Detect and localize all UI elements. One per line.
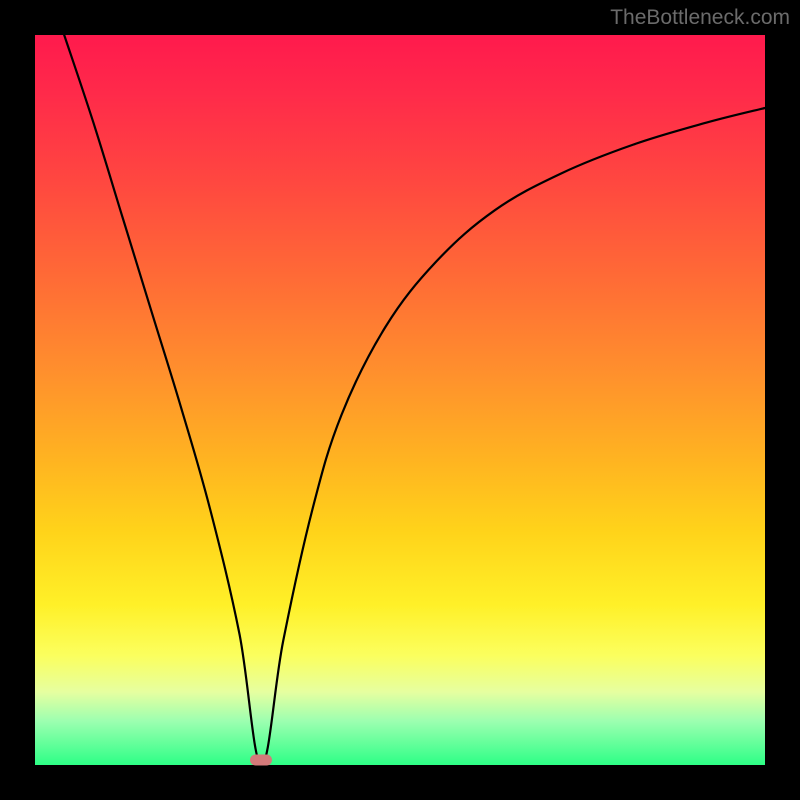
chart-frame: TheBottleneck.com	[0, 0, 800, 800]
watermark-text: TheBottleneck.com	[610, 6, 790, 30]
bottleneck-curve-path	[64, 35, 765, 765]
bottleneck-curve-svg	[35, 35, 765, 765]
minimum-marker	[250, 755, 272, 766]
plot-area	[35, 35, 765, 765]
